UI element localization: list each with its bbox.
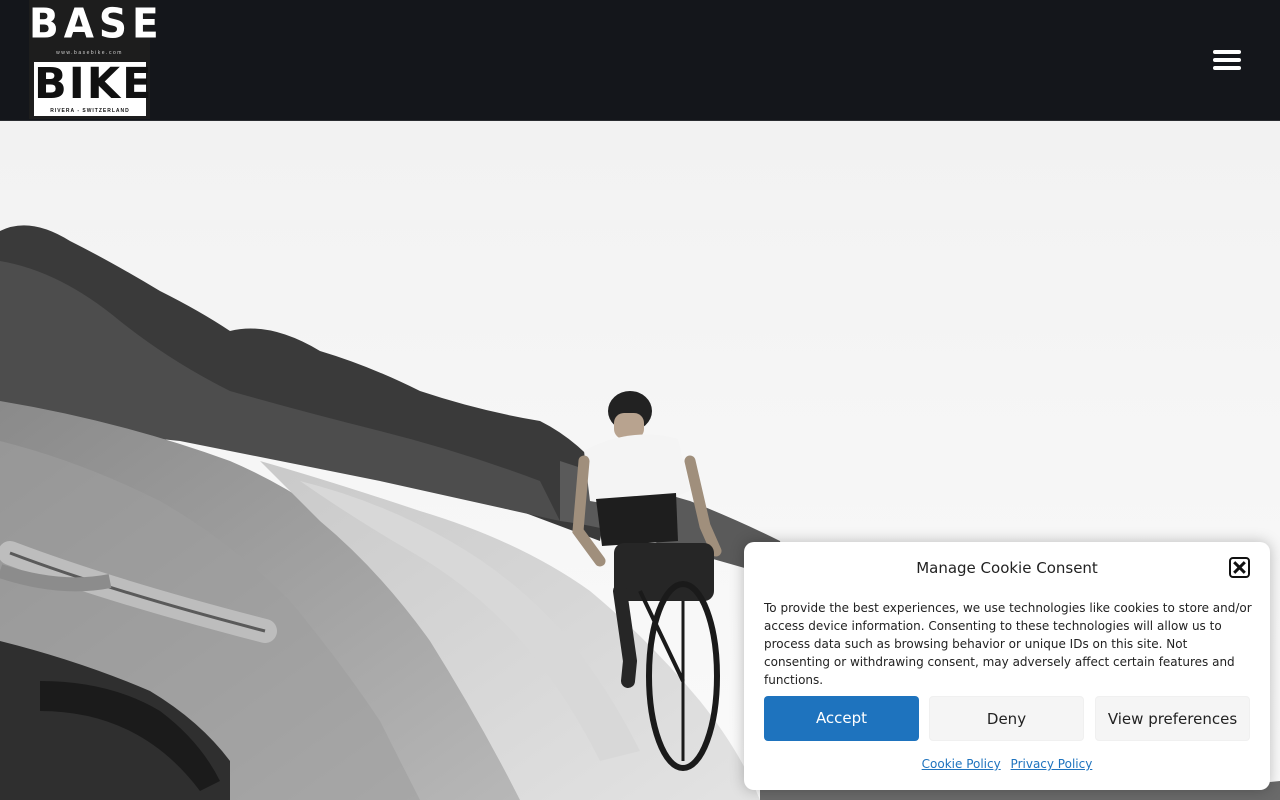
logo-location: RIVERA - SWITZERLAND: [50, 108, 130, 114]
site-header: BASE www.basebike.com BIKE RIVERA - SWIT…: [0, 0, 1280, 121]
close-icon[interactable]: [1229, 557, 1250, 578]
cookie-title: Manage Cookie Consent: [916, 559, 1098, 577]
logo-bottom-box: BIKE RIVERA - SWITZERLAND: [33, 59, 154, 117]
policy-links: Cookie Policy Privacy Policy: [744, 757, 1270, 771]
deny-button[interactable]: Deny: [929, 696, 1084, 741]
logo-top-word: BASE: [29, 0, 164, 49]
hamburger-menu-icon[interactable]: [1210, 46, 1244, 74]
site-logo[interactable]: BASE www.basebike.com BIKE RIVERA - SWIT…: [29, 0, 164, 119]
view-preferences-button[interactable]: View preferences: [1095, 696, 1250, 741]
privacy-policy-link[interactable]: Privacy Policy: [1011, 757, 1093, 771]
cookie-policy-link[interactable]: Cookie Policy: [922, 757, 1001, 771]
cookie-description: To provide the best experiences, we use …: [764, 601, 1252, 687]
cookie-consent-dialog: Manage Cookie Consent To provide the bes…: [744, 542, 1270, 790]
logo-url: www.basebike.com: [56, 50, 123, 56]
logo-bottom-word: BIKE: [34, 59, 154, 109]
accept-button[interactable]: Accept: [764, 696, 919, 741]
